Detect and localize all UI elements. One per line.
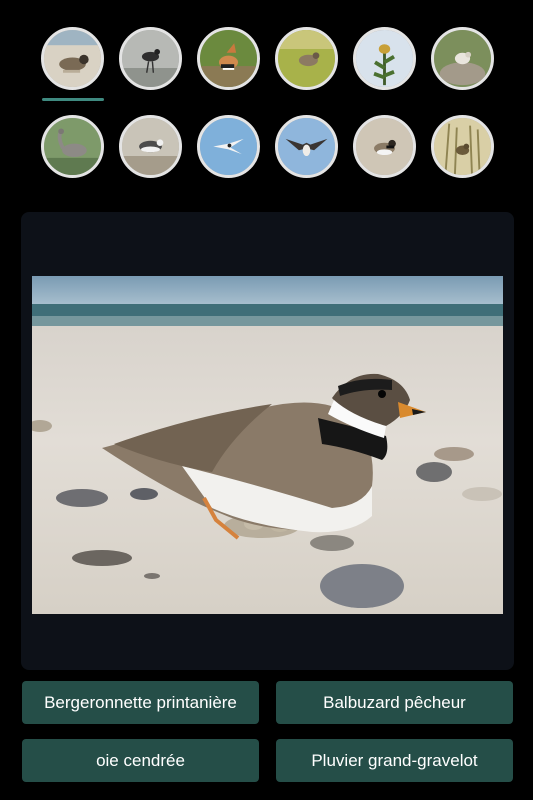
gull-icon — [122, 118, 179, 175]
thumbnail-5[interactable] — [353, 27, 416, 90]
ringed-plover-photo-icon — [32, 276, 503, 614]
thumbnail-row-2 — [0, 115, 533, 183]
thumbnail-2[interactable] — [119, 27, 182, 90]
bird-on-rock-icon — [434, 30, 491, 87]
tern-flying-icon — [200, 118, 257, 175]
answer-button-2[interactable]: Balbuzard pêcheur — [276, 681, 513, 724]
answer-button-3[interactable]: oie cendrée — [22, 739, 259, 782]
bird-photo — [32, 276, 503, 614]
thumbnail-1[interactable] — [41, 27, 104, 90]
bird-on-plant-icon — [356, 30, 413, 87]
osprey-flying-icon — [278, 118, 335, 175]
answer-button-4[interactable]: Pluvier grand-gravelot — [276, 739, 513, 782]
bird-in-reeds-icon — [434, 118, 491, 175]
thumbnail-3[interactable] — [197, 27, 260, 90]
answer-button-1[interactable]: Bergeronnette printanière — [22, 681, 259, 724]
bird-in-grass-icon — [278, 30, 335, 87]
goose-icon — [44, 118, 101, 175]
thumbnail-11[interactable] — [353, 115, 416, 178]
hoopoe-icon — [200, 30, 257, 87]
thumbnail-8[interactable] — [119, 115, 182, 178]
thumbnail-4[interactable] — [275, 27, 338, 90]
selected-tab-indicator — [42, 98, 104, 101]
thumbnail-7[interactable] — [41, 115, 104, 178]
wader-bird-icon — [122, 30, 179, 87]
thumbnail-12[interactable] — [431, 115, 494, 178]
thumbnail-row-1 — [0, 27, 533, 95]
ringed-plover-icon — [356, 118, 413, 175]
plover-on-sand-icon — [44, 30, 101, 87]
thumbnail-6[interactable] — [431, 27, 494, 90]
thumbnail-10[interactable] — [275, 115, 338, 178]
thumbnail-9[interactable] — [197, 115, 260, 178]
photo-card — [21, 212, 514, 670]
